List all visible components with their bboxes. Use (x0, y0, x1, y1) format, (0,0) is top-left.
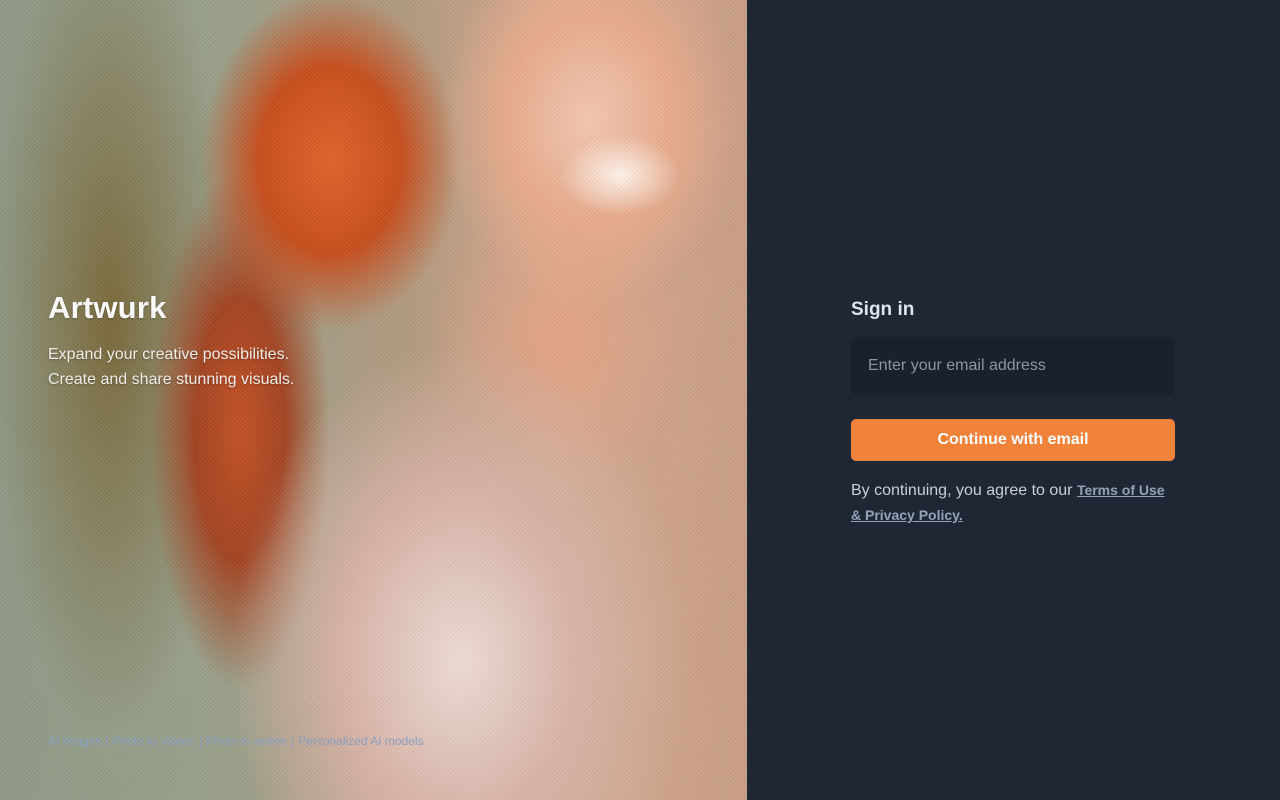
signin-panel: Sign in Continue with email By continuin… (851, 296, 1175, 523)
footer-link-photo-to-videos[interactable]: Photo to videos (112, 734, 195, 748)
hero-panel: Artwurk Expand your creative possibiliti… (0, 0, 747, 800)
brand-logo: Artwurk (48, 290, 167, 325)
continue-with-email-button[interactable]: Continue with email (851, 419, 1175, 461)
signin-title: Sign in (851, 299, 915, 320)
legal-text: By continuing, you agree to our (851, 482, 1073, 499)
footer-link-personalized-ai-models[interactable]: Personalized AI models (298, 734, 423, 748)
legal-notice: By continuing, you agree to our Terms of… (851, 478, 1175, 528)
footer-separator: | (199, 734, 203, 748)
tagline-line-1: Expand your creative possibilities. (48, 346, 290, 363)
email-field[interactable] (851, 337, 1175, 395)
footer-link-photo-to-anime[interactable]: Photo to anime (206, 734, 287, 748)
footer-separator: | (105, 734, 109, 748)
footer-link-ai-images[interactable]: AI images (48, 734, 101, 748)
hero-photo (0, 0, 747, 800)
tagline: Expand your creative possibilities. Crea… (48, 342, 294, 392)
footer-links: AI images | Photo to videos | Photo to anime… (48, 734, 424, 748)
tagline-line-2: Create and share stunning visuals. (48, 371, 295, 388)
footer-separator: | (291, 734, 295, 748)
